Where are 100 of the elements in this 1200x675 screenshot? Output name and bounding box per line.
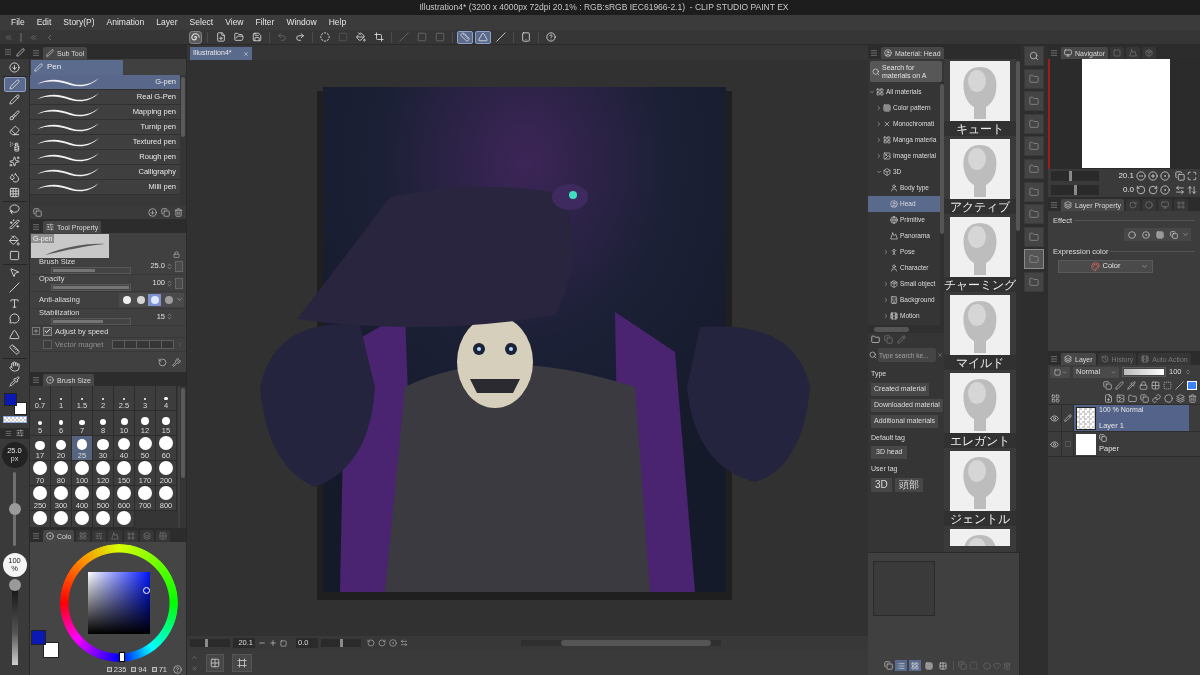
material-shortcut-button[interactable] (1024, 113, 1044, 134)
toolbar-button[interactable] (353, 30, 369, 44)
spinner-icon[interactable] (166, 278, 173, 288)
view-mode-button[interactable] (895, 660, 907, 671)
menu-item[interactable]: Filter (249, 15, 281, 30)
panel-menu-icon[interactable] (1050, 49, 1058, 57)
anti-aliasing-option[interactable] (120, 293, 133, 306)
menu-item[interactable]: File (5, 15, 31, 30)
slider-thumb[interactable] (8, 502, 21, 515)
copy-icon[interactable] (1140, 393, 1149, 403)
lock-icon[interactable] (173, 251, 180, 258)
menu-item[interactable]: Edit (30, 15, 58, 30)
blend-icon-dropdown[interactable] (1050, 366, 1070, 378)
effect-button[interactable] (1126, 229, 1138, 241)
panel-menu-icon[interactable] (32, 376, 40, 384)
menu-item[interactable]: Layer (150, 15, 184, 30)
head-model-thumbnail[interactable] (950, 451, 1010, 511)
toolbar-button[interactable] (493, 30, 509, 44)
flip-horizontal-icon[interactable] (1175, 185, 1185, 195)
material-shortcut-button[interactable] (1024, 271, 1044, 292)
color-swap-icon[interactable] (1187, 381, 1197, 390)
spinner-icon[interactable] (166, 312, 173, 322)
panel-menu-icon[interactable] (4, 48, 12, 56)
zoom-out-icon[interactable] (1136, 171, 1146, 181)
flip-vertical-icon[interactable] (1187, 185, 1197, 195)
background-swatch-icon[interactable] (43, 642, 59, 658)
panel-tab[interactable] (1109, 47, 1124, 59)
clear-icon[interactable] (937, 352, 943, 358)
menu-item[interactable]: Animation (100, 15, 151, 30)
brush-size-option[interactable] (72, 511, 93, 528)
help-icon[interactable] (173, 665, 182, 675)
head-model-thumbnail[interactable] (950, 61, 1010, 121)
foreground-swatch-icon[interactable] (31, 630, 46, 645)
property-slider[interactable] (51, 317, 131, 325)
minus-icon[interactable] (258, 639, 266, 647)
panel-tab[interactable] (156, 530, 171, 542)
flip-horizontal-icon[interactable] (400, 639, 408, 647)
panel-menu-icon[interactable] (32, 49, 40, 57)
mask-icon[interactable] (1164, 393, 1173, 403)
layers-icon[interactable] (1176, 393, 1185, 403)
scrollbar[interactable] (868, 325, 944, 333)
view-mode-button[interactable] (923, 660, 935, 671)
view-mode-button[interactable] (937, 660, 949, 671)
grid-icon[interactable] (1151, 381, 1160, 390)
panel-menu-icon[interactable] (32, 532, 40, 540)
head-model-thumbnail[interactable] (950, 139, 1010, 199)
slash-icon[interactable] (1175, 381, 1184, 390)
copy-icon[interactable] (33, 208, 42, 217)
menu-item[interactable]: Window (280, 15, 323, 30)
eye-icon[interactable] (1050, 413, 1059, 423)
panel-icon[interactable] (1051, 393, 1060, 403)
effect-button[interactable] (1154, 229, 1166, 241)
material-shortcut-button[interactable] (1024, 68, 1044, 89)
rotate-right-icon[interactable] (378, 639, 386, 647)
head-model-thumbnail[interactable] (950, 529, 1010, 546)
material-shortcut-button[interactable] (1024, 249, 1044, 270)
menu-item[interactable]: View (219, 15, 250, 30)
foreground-swatch-icon[interactable] (3, 392, 17, 406)
brush-size-option[interactable] (93, 511, 114, 528)
trash-icon[interactable] (1188, 393, 1197, 403)
brush-size-option[interactable] (114, 511, 135, 528)
view-mode-button[interactable] (909, 660, 921, 671)
navigator-preview[interactable] (1048, 59, 1200, 169)
transparent-swatch-icon[interactable] (2, 415, 27, 423)
plus-icon[interactable] (269, 639, 277, 647)
copy-icon[interactable] (1175, 171, 1185, 181)
frame-button[interactable] (232, 653, 252, 672)
trash-icon[interactable] (174, 208, 183, 217)
chevron-up-icon[interactable] (191, 653, 198, 661)
toolbar-button[interactable] (543, 30, 559, 44)
rotate-left-icon[interactable] (1136, 185, 1146, 195)
brush-size-option[interactable] (30, 511, 51, 528)
expand-button[interactable] (32, 327, 40, 336)
scrollbar[interactable] (180, 386, 186, 528)
slider-thumb[interactable] (1073, 185, 1077, 195)
menu-item[interactable]: Help (322, 15, 353, 30)
pencil-icon[interactable] (1063, 414, 1072, 422)
menu-item[interactable]: Select (183, 15, 220, 30)
anti-aliasing-option[interactable] (162, 293, 175, 306)
panel-tab[interactable] (140, 530, 155, 542)
navigator-slider[interactable] (1051, 171, 1099, 181)
toolbar-button[interactable] (457, 30, 473, 44)
navigator-slider[interactable] (1051, 185, 1099, 195)
panel-menu-icon[interactable] (32, 223, 40, 231)
pencil-icon[interactable] (897, 335, 906, 344)
zoom-in-icon[interactable] (1148, 171, 1158, 181)
effect-button[interactable] (1140, 229, 1152, 241)
dashed-square-icon[interactable] (1163, 381, 1172, 390)
toolbar-button[interactable] (231, 30, 247, 44)
dropper-icon[interactable] (1127, 381, 1136, 390)
rotate-left-icon[interactable] (367, 639, 375, 647)
close-icon[interactable] (243, 50, 249, 57)
head-model-thumbnail[interactable] (950, 373, 1010, 433)
toolbar-button[interactable] (317, 30, 333, 44)
copy-icon[interactable] (1103, 381, 1112, 390)
panel-menu-icon[interactable] (1050, 355, 1058, 363)
panel-tab[interactable] (1141, 199, 1156, 211)
material-shortcut-button[interactable] (1024, 46, 1044, 66)
dynamics-button[interactable] (175, 260, 183, 272)
collapse-icon[interactable] (45, 32, 54, 42)
